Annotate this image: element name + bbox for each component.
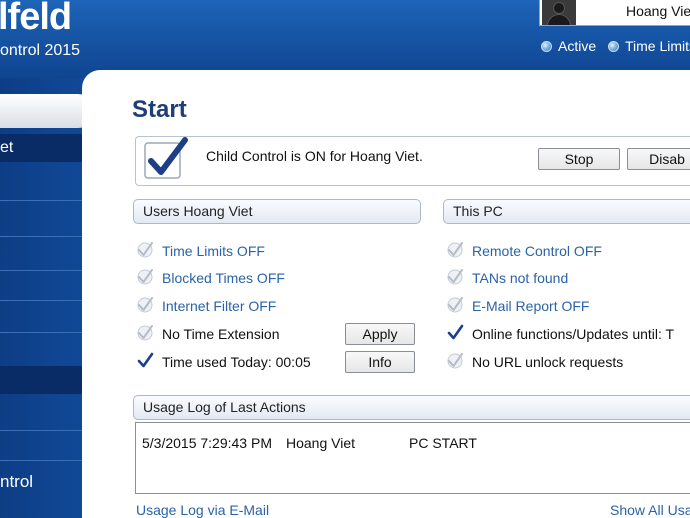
status-active[interactable]: Active xyxy=(541,38,596,54)
user-selector[interactable]: Hoang Viet xyxy=(539,0,690,26)
usage-log-header: Usage Log of Last Actions xyxy=(133,395,690,420)
sidebar-divider xyxy=(0,300,82,301)
log-datetime: 5/3/2015 7:29:43 PM xyxy=(142,435,272,451)
protection-status-panel: Child Control is ON for Hoang Viet. Stop… xyxy=(135,136,690,186)
show-all-usage-link[interactable]: Show All Usa xyxy=(610,502,690,518)
sidebar: et ntrol xyxy=(0,78,95,518)
log-user: Hoang Viet xyxy=(286,435,356,451)
check-off-icon xyxy=(137,269,153,285)
pc-status-row-label[interactable]: E-Mail Report OFF xyxy=(472,298,589,314)
user-status-row-label[interactable]: Blocked Times OFF xyxy=(162,270,285,286)
sidebar-divider xyxy=(0,332,82,333)
usage-log-email-link[interactable]: Usage Log via E-Mail xyxy=(136,502,269,518)
info-button[interactable]: Info xyxy=(345,351,415,373)
protection-status-text: Child Control is ON for Hoang Viet. xyxy=(206,148,423,164)
page-title: Start xyxy=(132,96,187,123)
usage-log-list[interactable]: 5/3/2015 7:29:43 PM Hoang Viet PC START xyxy=(135,422,690,494)
app-brand: lfeld xyxy=(0,0,72,38)
check-off-icon xyxy=(447,297,463,313)
pc-status-row-label: No URL unlock requests xyxy=(472,354,624,370)
status-time-limits-label: Time Limits xyxy=(625,38,690,54)
sidebar-item-label: et xyxy=(0,139,14,156)
user-name: Hoang Viet xyxy=(626,3,690,19)
main-panel: Start Child Control is ON for Hoang Viet… xyxy=(82,70,690,518)
check-off-icon xyxy=(447,269,463,285)
check-off-icon xyxy=(447,242,463,258)
check-off-icon xyxy=(137,242,153,258)
check-off-icon xyxy=(137,297,153,313)
pc-section-header: This PC xyxy=(443,199,690,224)
log-action: PC START xyxy=(409,435,477,451)
stop-button[interactable]: Stop xyxy=(538,148,620,170)
sidebar-item-active[interactable]: et xyxy=(0,134,82,162)
sidebar-divider xyxy=(0,460,82,461)
pc-status-row-label[interactable]: Remote Control OFF xyxy=(472,243,602,259)
status-time-limits[interactable]: Time Limits xyxy=(608,38,690,54)
user-status-row-label[interactable]: Internet Filter OFF xyxy=(162,298,276,314)
sidebar-item-control[interactable]: ntrol xyxy=(0,472,33,492)
pc-status-row: Online functions/Updates until: T xyxy=(446,324,674,342)
app-header: lfeld ontrol 2015 Hoang Viet Active Time… xyxy=(0,0,690,78)
big-check-icon xyxy=(144,137,188,179)
app-subtitle: ontrol 2015 xyxy=(0,42,81,59)
user-status-row-label[interactable]: Time Limits OFF xyxy=(162,243,265,259)
sidebar-home-pill[interactable] xyxy=(0,94,95,128)
check-off-icon xyxy=(447,353,463,369)
check-icon xyxy=(447,324,464,340)
sidebar-item-dark[interactable] xyxy=(0,366,82,394)
user-avatar-icon xyxy=(542,0,576,25)
pc-status-row[interactable]: E-Mail Report OFF xyxy=(446,296,589,314)
check-off-icon xyxy=(137,325,153,341)
sidebar-divider xyxy=(0,236,82,237)
user-status-row: No Time Extension xyxy=(136,324,280,342)
users-section-header: Users Hoang Viet xyxy=(133,199,421,224)
pc-status-row-label[interactable]: TANs not found xyxy=(472,270,568,286)
apply-button[interactable]: Apply xyxy=(345,323,415,345)
pc-status-row[interactable]: TANs not found xyxy=(446,268,568,286)
status-active-label: Active xyxy=(558,38,597,54)
sidebar-divider xyxy=(0,430,82,431)
sidebar-divider xyxy=(0,200,82,201)
pc-status-row: No URL unlock requests xyxy=(446,352,623,370)
user-status-row[interactable]: Internet Filter OFF xyxy=(136,296,276,314)
check-icon xyxy=(137,352,154,368)
user-status-row: Time used Today: 00:05 xyxy=(136,352,311,370)
pc-status-row[interactable]: Remote Control OFF xyxy=(446,241,602,259)
radio-icon xyxy=(608,41,619,52)
user-status-row[interactable]: Blocked Times OFF xyxy=(136,268,285,286)
sidebar-divider xyxy=(0,270,82,271)
user-status-row-label: Time used Today: 00:05 xyxy=(162,354,311,370)
pc-status-row-label: Online functions/Updates until: T xyxy=(472,326,675,342)
user-status-row-label: No Time Extension xyxy=(162,326,280,342)
radio-icon xyxy=(541,41,552,52)
user-status-row[interactable]: Time Limits OFF xyxy=(136,241,265,259)
disable-button[interactable]: Disab xyxy=(627,148,690,170)
